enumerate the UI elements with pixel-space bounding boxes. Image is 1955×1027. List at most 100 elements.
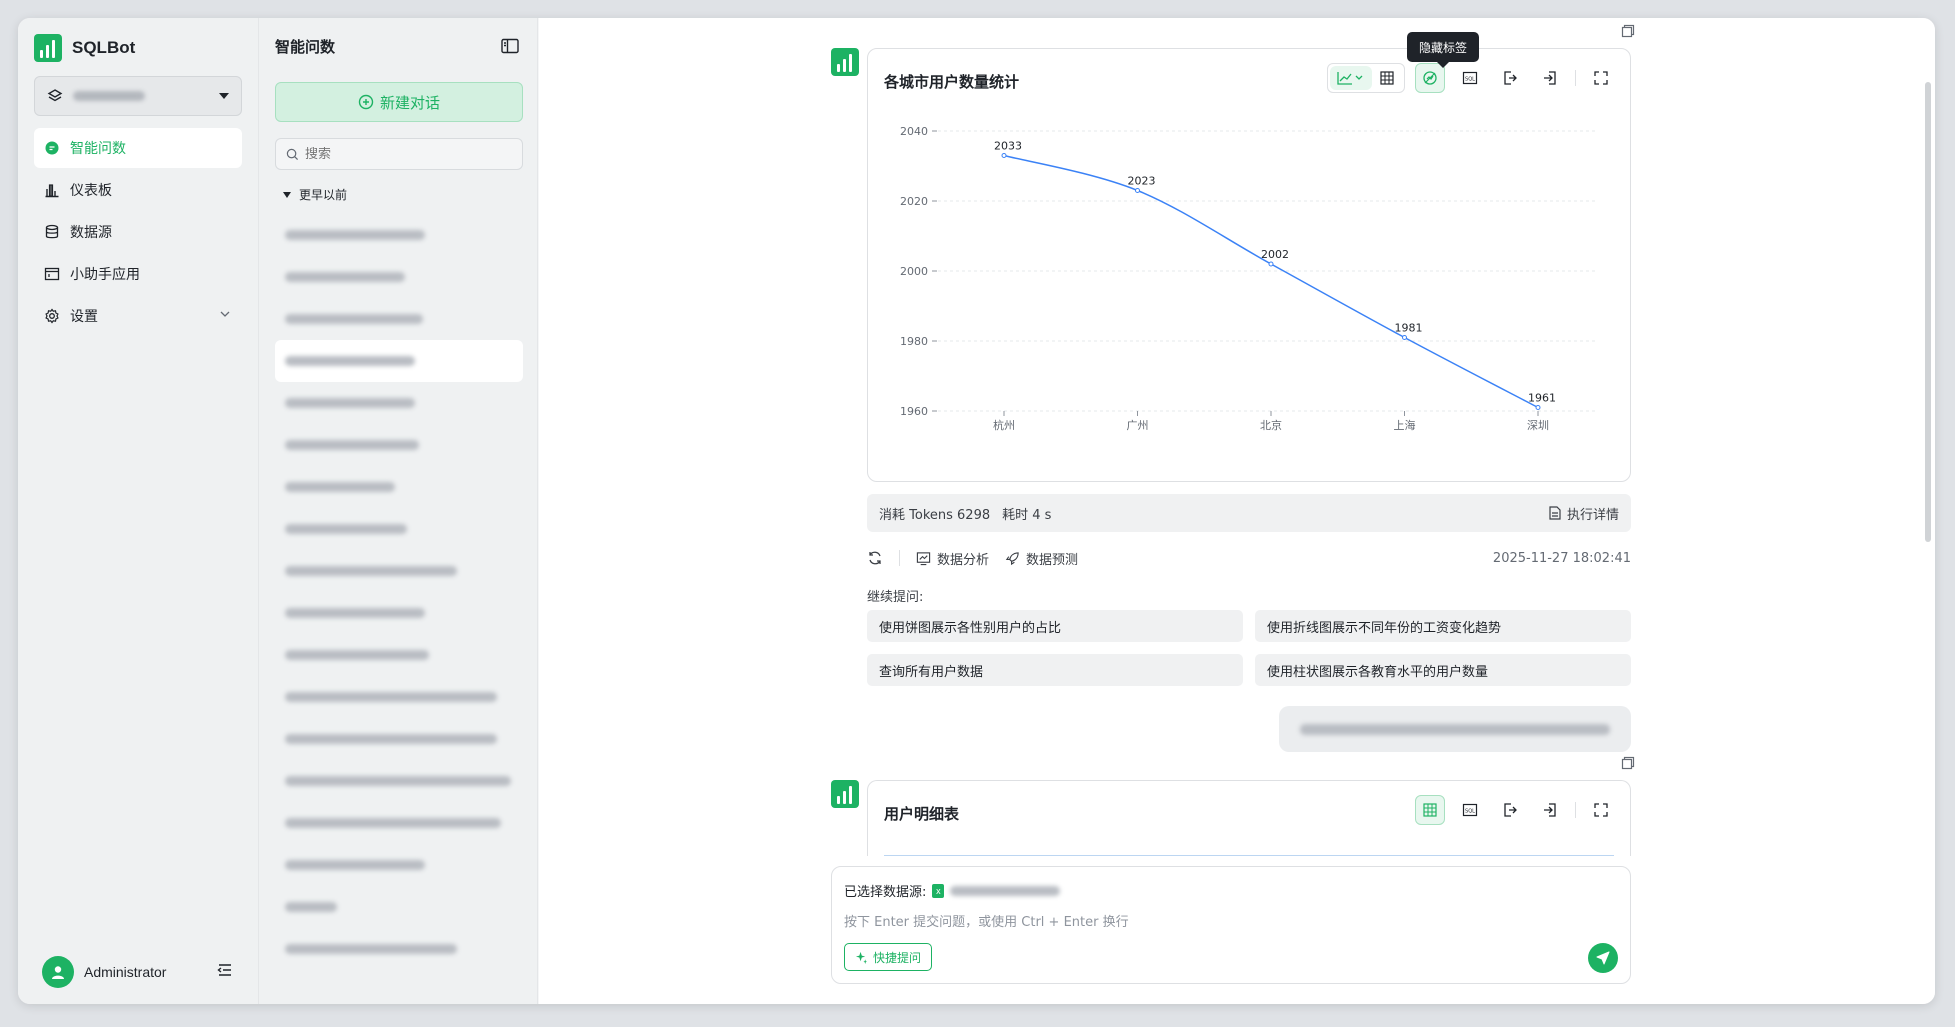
fullscreen-button[interactable]: [1586, 63, 1616, 93]
history-item[interactable]: [275, 676, 523, 718]
x-tick-label: 杭州: [993, 418, 1015, 432]
series-line: [1003, 154, 1539, 409]
history-item[interactable]: [275, 550, 523, 592]
selected-datasource: 已选择数据源: x: [844, 881, 1061, 900]
new-chat-button[interactable]: 新建对话: [275, 82, 523, 122]
history-item[interactable]: [275, 214, 523, 256]
copy-icon[interactable]: [1621, 24, 1635, 42]
suggestion-chip[interactable]: 使用饼图展示各性别用户的占比: [867, 610, 1243, 642]
suggestion-chip[interactable]: 使用折线图展示不同年份的工资变化趋势: [1255, 610, 1631, 642]
export-button[interactable]: [1495, 63, 1525, 93]
suggestion-chip[interactable]: 使用柱状图展示各教育水平的用户数量: [1255, 654, 1631, 686]
data-analysis-button[interactable]: 数据分析: [916, 549, 989, 568]
collapse-menu-icon[interactable]: [216, 961, 234, 983]
x-tick-label: 北京: [1260, 418, 1282, 432]
bar-chart-icon: [44, 182, 60, 198]
nav-label: 设置: [70, 309, 98, 325]
nav-item-dashboard[interactable]: 仪表板: [34, 170, 242, 210]
table-view-button[interactable]: [1415, 795, 1445, 825]
execution-detail-link[interactable]: 执行详情: [1549, 504, 1619, 523]
predict-label: 数据预测: [1026, 552, 1079, 568]
nav-item-assistant[interactable]: 小助手应用: [34, 254, 242, 294]
history-item[interactable]: [275, 760, 523, 802]
datasource-name-redacted: [950, 885, 1061, 896]
table-icon[interactable]: [1372, 66, 1402, 90]
nav-item-datasource[interactable]: 数据源: [34, 212, 242, 252]
user-icon: [52, 966, 64, 979]
scrollbar[interactable]: [1925, 82, 1931, 542]
table-title: 用户明细表: [884, 805, 960, 823]
fullscreen-icon: [1594, 803, 1608, 817]
sql-view-button[interactable]: SQL: [1455, 63, 1485, 93]
fullscreen-button[interactable]: [1586, 795, 1616, 825]
history-item[interactable]: [275, 844, 523, 886]
history-item[interactable]: [275, 382, 523, 424]
sidebar-toggle-icon[interactable]: [501, 38, 519, 58]
user-profile[interactable]: Administrator: [42, 956, 234, 988]
quick-question-button[interactable]: 快捷提问: [844, 943, 933, 971]
workspace-name-redacted: [73, 91, 145, 101]
search-field[interactable]: [275, 138, 523, 170]
x-tick-label: 上海: [1394, 418, 1416, 432]
send-button[interactable]: [1588, 943, 1618, 973]
toolbar-divider: [1575, 802, 1576, 818]
chat-icon: [44, 140, 60, 156]
label-toggle-icon: [1423, 71, 1437, 85]
input-placeholder[interactable]: 按下 Enter 提交问题，或使用 Ctrl + Enter 换行: [844, 911, 1129, 930]
history-item[interactable]: [275, 466, 523, 508]
search-input[interactable]: [305, 146, 505, 162]
history-item[interactable]: [275, 424, 523, 466]
document-icon: [1549, 506, 1561, 520]
divider: [899, 550, 900, 566]
copy-icon[interactable]: [1621, 756, 1635, 774]
chart-card: 各城市用户数量统计 SQL 1960 1980 2000 2020 2040 杭州 广州 北京…: [867, 48, 1631, 482]
history-item[interactable]: [275, 298, 523, 340]
add-to-dashboard-button[interactable]: [1535, 795, 1565, 825]
table-icon: [1423, 803, 1437, 817]
suggestion-chip[interactable]: 查询所有用户数据: [867, 654, 1243, 686]
chart-type-switcher[interactable]: [1327, 63, 1405, 93]
app-window: SQLBot 智能问数 仪表板 数据源 小助手应用 设置 Administrat…: [18, 18, 1935, 1004]
regenerate-button[interactable]: [867, 550, 883, 566]
import-icon: [1544, 803, 1556, 817]
chart-title: 各城市用户数量统计: [884, 73, 1020, 91]
datasource-label: 已选择数据源:: [844, 885, 927, 900]
history-item[interactable]: [275, 256, 523, 298]
line-chart-icon[interactable]: [1330, 66, 1372, 90]
nav-item-smart-query[interactable]: 智能问数: [34, 128, 242, 168]
history-item[interactable]: [275, 886, 523, 928]
history-group-header[interactable]: 更早以前: [283, 186, 347, 203]
export-button[interactable]: [1495, 795, 1525, 825]
chevron-down-icon: [218, 307, 232, 325]
chat-input-box[interactable]: 已选择数据源: x 按下 Enter 提交问题，或使用 Ctrl + Enter…: [831, 866, 1631, 984]
history-item[interactable]: [275, 718, 523, 760]
sql-view-button[interactable]: SQL: [1455, 795, 1485, 825]
workspace-select[interactable]: [34, 76, 242, 116]
data-point: [1135, 188, 1140, 193]
add-to-dashboard-button[interactable]: [1535, 63, 1565, 93]
data-label: 1961: [1528, 392, 1556, 405]
data-point: [1001, 153, 1007, 158]
caret-down-icon: [283, 191, 291, 198]
main-nav: 智能问数 仪表板 数据源 小助手应用 设置: [34, 128, 242, 338]
data-point: [1268, 261, 1274, 267]
history-item[interactable]: [275, 340, 523, 382]
detail-label: 执行详情: [1566, 507, 1619, 523]
line-chart: 1960 1980 2000 2020 2040 杭州 广州 北京 上海 深圳 2033 2023 20…: [900, 125, 1598, 432]
nav-label: 小助手应用: [70, 267, 140, 283]
group-label: 更早以前: [299, 188, 348, 202]
caret-down-icon: [219, 93, 229, 99]
user-name: Administrator: [84, 964, 167, 980]
history-item[interactable]: [275, 592, 523, 634]
history-item[interactable]: [275, 928, 523, 970]
x-tick-label: 深圳: [1527, 419, 1549, 432]
history-item[interactable]: [275, 634, 523, 676]
history-item[interactable]: [275, 802, 523, 844]
bot-avatar-icon: [831, 780, 859, 808]
history-item[interactable]: [275, 508, 523, 550]
nav-label: 智能问数: [70, 141, 126, 157]
y-tick-label: 2020: [900, 195, 928, 208]
data-label: 1981: [1395, 322, 1423, 335]
data-predict-button[interactable]: 数据预测: [1005, 549, 1078, 568]
nav-item-settings[interactable]: 设置: [34, 296, 242, 336]
